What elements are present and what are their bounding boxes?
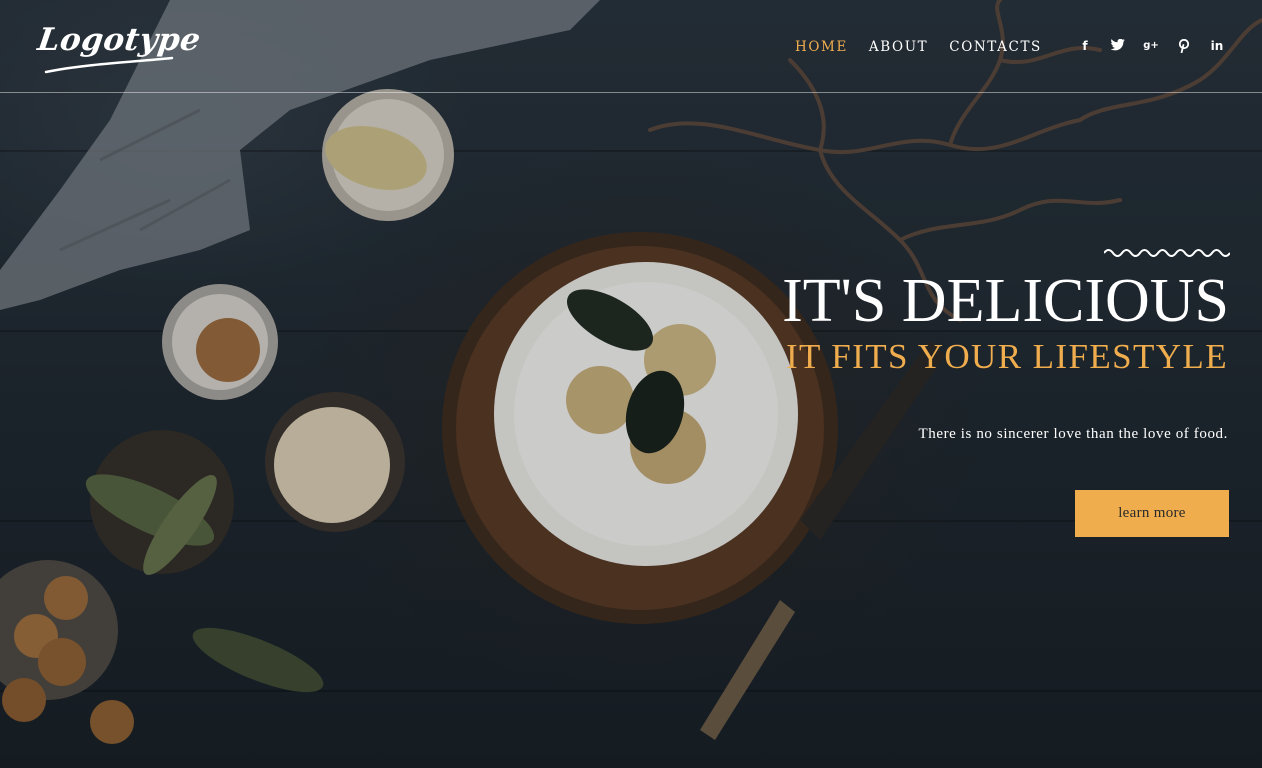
overlay — [0, 0, 1262, 768]
site-header: Logotype HOME ABOUT CONTACTS f g+ in — [0, 0, 1262, 93]
hero-title: IT'S DELICIOUS — [782, 267, 1229, 335]
google-plus-icon[interactable]: g+ — [1143, 38, 1159, 54]
twitter-icon[interactable] — [1110, 38, 1126, 54]
logo[interactable]: Logotype — [35, 22, 203, 58]
facebook-icon[interactable]: f — [1077, 38, 1093, 54]
wave-divider — [1104, 249, 1230, 257]
logo-swash — [44, 56, 174, 74]
linkedin-icon[interactable]: in — [1209, 38, 1225, 54]
social-links: f g+ in — [1077, 38, 1225, 54]
nav-item-home[interactable]: HOME — [795, 39, 848, 55]
hero-background-photo — [0, 0, 1262, 768]
hero-tagline: There is no sincerer love than the love … — [918, 426, 1228, 442]
nav-item-about[interactable]: ABOUT — [869, 39, 928, 55]
pinterest-icon[interactable] — [1176, 38, 1192, 54]
main-nav: HOME ABOUT CONTACTS — [795, 39, 1042, 55]
hero-subtitle: IT FITS YOUR LIFESTYLE — [785, 337, 1228, 376]
learn-more-button[interactable]: learn more — [1075, 490, 1229, 537]
nav-item-contacts[interactable]: CONTACTS — [949, 39, 1042, 55]
page: Logotype HOME ABOUT CONTACTS f g+ in IT'… — [0, 0, 1262, 768]
